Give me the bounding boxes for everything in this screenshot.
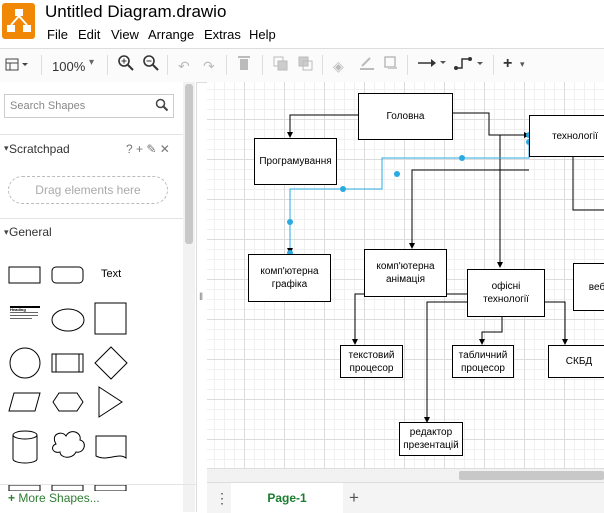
menu-edit[interactable]: Edit	[78, 27, 100, 42]
toolbar-divider	[322, 55, 323, 75]
search-icon[interactable]	[155, 98, 169, 117]
diagram-canvas[interactable]: Головна технології Програмування комп'ют…	[207, 82, 604, 468]
scratchpad-tools[interactable]: ? + ✎ ✕	[126, 142, 170, 156]
menu-file[interactable]: File	[47, 27, 68, 42]
drawio-logo-icon	[2, 3, 35, 39]
to-front-icon[interactable]	[273, 56, 289, 75]
more-shapes-label: More Shapes...	[18, 491, 100, 505]
undo-icon[interactable]: ↶	[178, 58, 190, 75]
connection-style-icon[interactable]	[417, 56, 447, 73]
tab-page-1[interactable]: Page-1	[231, 483, 343, 513]
insert-icon[interactable]: +	[503, 55, 512, 73]
toolbar-divider	[226, 55, 227, 75]
heading-shape[interactable]: Heading	[10, 307, 26, 312]
zoom-level[interactable]: 100%	[52, 59, 85, 74]
zoom-in-icon[interactable]	[118, 55, 134, 74]
insert-dropdown-icon[interactable]: ▾	[520, 59, 525, 70]
document-title[interactable]: Untitled Diagram.drawio	[45, 2, 226, 22]
node-veb[interactable]: веб	[573, 263, 604, 311]
shadow-icon[interactable]	[384, 56, 398, 73]
canvas-horizontal-scrollbar[interactable]	[207, 468, 604, 482]
menu-arrange[interactable]: Arrange	[148, 27, 194, 42]
menu-extras[interactable]: Extras	[204, 27, 241, 42]
node-kompiuterna-animatsiia[interactable]: комп'ютерна анімація	[364, 249, 447, 297]
zoom-dropdown-icon[interactable]: ▾	[89, 57, 94, 68]
more-shapes-button[interactable]: + More Shapes...	[8, 491, 100, 505]
node-kompiuterna-grafika[interactable]: комп'ютерна графіка	[248, 254, 331, 302]
toolbar-divider	[41, 55, 42, 75]
toolbar-divider	[493, 55, 494, 75]
page-tabs-bar: ⋮ Page-1 +	[207, 482, 604, 513]
redo-icon[interactable]: ↷	[203, 58, 215, 75]
sidebar-scrollbar-thumb[interactable]	[185, 84, 193, 244]
menu-help[interactable]: Help	[249, 27, 276, 42]
node-programuvannia[interactable]: Програмування	[254, 138, 337, 185]
node-redaktor-prezentatsii[interactable]: редактор презентацій	[399, 422, 463, 456]
toolbar: 100% ▾ ↶ ↷ ◈ + ▾	[0, 48, 604, 83]
plus-icon: +	[8, 491, 19, 505]
toolbar-divider	[407, 55, 408, 75]
canvas-scrollbar-thumb[interactable]	[459, 471, 604, 480]
toolbar-divider	[107, 55, 108, 75]
toolbar-divider	[167, 55, 168, 75]
format-panel-toggle-icon[interactable]	[5, 58, 29, 75]
collapse-arrow-icon[interactable]: ▾	[4, 227, 9, 238]
to-back-icon[interactable]	[298, 56, 314, 75]
toolbar-divider	[262, 55, 263, 75]
node-tekstovyi-protsesor[interactable]: текстовий процесор	[340, 345, 403, 378]
divider	[0, 218, 183, 219]
waypoint-style-icon[interactable]	[454, 55, 486, 74]
divider	[0, 484, 196, 485]
search-input[interactable]: Search Shapes	[4, 94, 174, 118]
text-shape[interactable]: Text	[101, 268, 121, 280]
sidebar-splitter-handle[interactable]: ‖	[199, 292, 203, 303]
divider	[0, 134, 183, 135]
line-color-icon[interactable]	[359, 55, 375, 74]
pages-menu-icon[interactable]: ⋮	[215, 490, 229, 507]
node-ofisni-tekhnologii[interactable]: офісні технології	[467, 269, 545, 317]
shape-palette[interactable]	[0, 248, 183, 491]
fill-color-icon[interactable]: ◈	[333, 58, 344, 75]
collapse-arrow-icon[interactable]: ▾	[4, 143, 9, 154]
node-tablychnyi-protsesor[interactable]: табличний процесор	[452, 345, 514, 378]
delete-icon[interactable]	[238, 55, 250, 74]
search-placeholder: Search Shapes	[10, 100, 86, 112]
scratchpad-header[interactable]: Scratchpad	[9, 142, 70, 156]
node-tekhnologii[interactable]: технології	[529, 115, 604, 157]
general-header[interactable]: General	[9, 225, 52, 239]
shapes-sidebar: Search Shapes ▾ Scratchpad ? + ✎ ✕ Drag …	[0, 82, 197, 512]
scratchpad-drop-zone[interactable]: Drag elements here	[8, 176, 168, 204]
add-page-icon[interactable]: +	[349, 488, 359, 508]
zoom-out-icon[interactable]	[143, 55, 159, 74]
node-golovna[interactable]: Головна	[358, 93, 453, 140]
menu-view[interactable]: View	[111, 27, 139, 42]
node-skbd[interactable]: СКБД	[548, 345, 604, 378]
